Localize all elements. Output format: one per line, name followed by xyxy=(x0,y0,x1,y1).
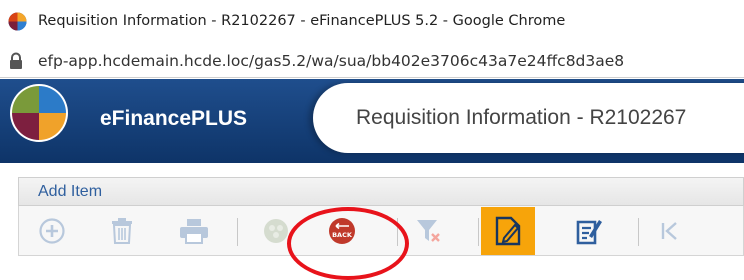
add-circle-icon xyxy=(39,218,65,244)
clear-filter-button[interactable] xyxy=(412,214,446,248)
window-title: Requisition Information - R2102267 - eFi… xyxy=(38,13,566,29)
address-bar[interactable]: efp-app.hcdemain.hcde.loc/gas5.2/wa/sua/… xyxy=(0,44,744,78)
tab-bar: Add Item xyxy=(18,177,744,206)
browser-title-bar: Requisition Information - R2102267 - eFi… xyxy=(0,0,744,44)
back-icon: BACK xyxy=(329,218,355,244)
printer-icon xyxy=(180,219,208,244)
notepad-edit-button[interactable] xyxy=(572,214,606,248)
app-header: eFinancePLUS Requisition Information - R… xyxy=(0,79,744,163)
url-text[interactable]: efp-app.hcdemain.hcde.loc/gas5.2/wa/sua/… xyxy=(38,52,624,70)
lock-icon xyxy=(10,52,22,69)
edit-document-button[interactable] xyxy=(491,214,525,248)
add-button[interactable] xyxy=(35,214,69,248)
back-label: BACK xyxy=(332,231,353,239)
print-button[interactable] xyxy=(177,214,211,248)
toolbar: BACK xyxy=(18,206,744,256)
toolbar-separator xyxy=(478,218,479,246)
page-title-panel: Requisition Information - R2102267 xyxy=(313,83,744,153)
edit-document-icon xyxy=(495,216,521,246)
back-button[interactable]: BACK xyxy=(325,214,359,248)
brand-name: eFinancePLUS xyxy=(100,107,248,130)
options-button[interactable] xyxy=(259,214,293,248)
first-record-icon xyxy=(661,222,677,240)
efinanceplus-logo-icon xyxy=(10,84,68,142)
trash-icon xyxy=(112,218,132,244)
delete-button[interactable] xyxy=(105,214,139,248)
toolbar-separator xyxy=(237,218,238,246)
toolbar-separator xyxy=(397,218,398,246)
filter-clear-icon xyxy=(417,220,440,242)
page-title: Requisition Information - R2102267 xyxy=(356,106,687,129)
first-record-button[interactable] xyxy=(653,214,687,248)
options-icon xyxy=(264,219,288,243)
notepad-edit-icon xyxy=(576,220,602,245)
chrome-logo-icon xyxy=(8,12,27,31)
tab-add-item[interactable]: Add Item xyxy=(38,183,102,201)
toolbar-separator xyxy=(638,218,639,246)
